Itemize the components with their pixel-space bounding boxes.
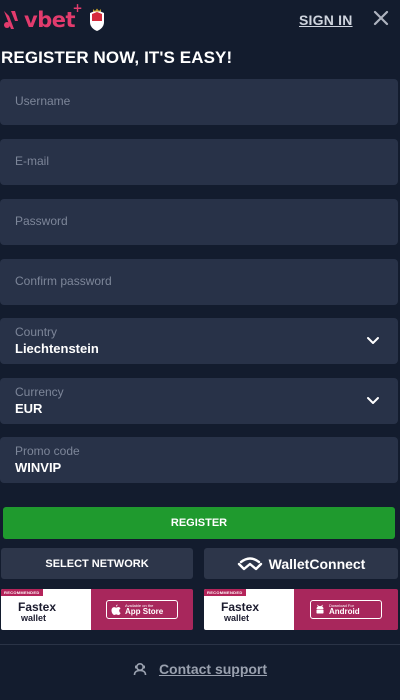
register-button[interactable]: REGISTER <box>3 507 395 539</box>
email-field[interactable]: E-mail <box>0 139 398 185</box>
store-big-text: App Store <box>125 606 164 616</box>
android-icon <box>316 604 324 614</box>
chevron-down-icon <box>367 337 379 344</box>
promo-code-label: Promo code <box>15 444 80 458</box>
app-store-badge[interactable]: Available on the App Store <box>106 600 178 619</box>
page-title: REGISTER NOW, IT'S EASY! <box>1 48 233 67</box>
fastex-brand-sub: wallet <box>224 613 250 623</box>
divider <box>0 644 400 645</box>
headset-icon <box>133 662 147 676</box>
recommended-badge: RECOMMENDED <box>204 589 246 596</box>
username-placeholder: Username <box>15 94 71 108</box>
currency-select[interactable]: Currency EUR <box>0 378 398 424</box>
android-badge[interactable]: Download For Android <box>310 600 382 619</box>
vbet-logo[interactable]: vbet + <box>2 1 107 34</box>
password-placeholder: Password <box>15 214 68 228</box>
walletconnect-button[interactable]: WalletConnect <box>204 548 398 579</box>
contact-support-link[interactable]: Contact support <box>0 660 400 678</box>
fastex-android-banner[interactable]: RECOMMENDED Fastex wallet Download For A… <box>204 589 398 630</box>
select-network-button[interactable]: SELECT NETWORK <box>1 548 193 579</box>
confirm-password-field[interactable]: Confirm password <box>0 259 398 305</box>
logo-plus-icon: + <box>72 1 83 15</box>
promo-code-field[interactable]: Promo code WINVIP <box>0 437 398 483</box>
country-label: Country <box>15 325 58 339</box>
promo-code-value: WINVIP <box>15 460 62 475</box>
vbet-mark-icon <box>4 11 18 29</box>
store-big-text: Android <box>329 606 360 616</box>
username-field[interactable]: Username <box>0 79 398 125</box>
fastex-appstore-banner[interactable]: RECOMMENDED Fastex wallet Available on t… <box>1 589 193 630</box>
fastex-brand: Fastex <box>18 600 57 614</box>
currency-value: EUR <box>15 401 43 416</box>
chevron-down-icon <box>367 397 379 404</box>
contact-support-label: Contact support <box>158 661 268 677</box>
currency-label: Currency <box>15 385 64 399</box>
app-header: vbet + SIGN IN <box>0 0 400 44</box>
confirm-password-placeholder: Confirm password <box>15 274 112 288</box>
walletconnect-icon <box>237 556 262 570</box>
recommended-badge: RECOMMENDED <box>1 589 43 596</box>
monaco-crest-icon <box>90 8 105 31</box>
apple-icon <box>111 604 121 615</box>
country-value: Liechtenstein <box>15 341 99 356</box>
sign-in-link[interactable]: SIGN IN <box>299 12 353 28</box>
close-icon[interactable] <box>372 9 390 27</box>
walletconnect-label: WalletConnect <box>268 555 366 572</box>
fastex-brand: Fastex <box>221 600 260 614</box>
password-field[interactable]: Password <box>0 199 398 245</box>
country-select[interactable]: Country Liechtenstein <box>0 318 398 364</box>
fastex-brand-sub: wallet <box>21 613 47 623</box>
logo-text: vbet <box>24 8 76 32</box>
email-placeholder: E-mail <box>15 154 50 168</box>
